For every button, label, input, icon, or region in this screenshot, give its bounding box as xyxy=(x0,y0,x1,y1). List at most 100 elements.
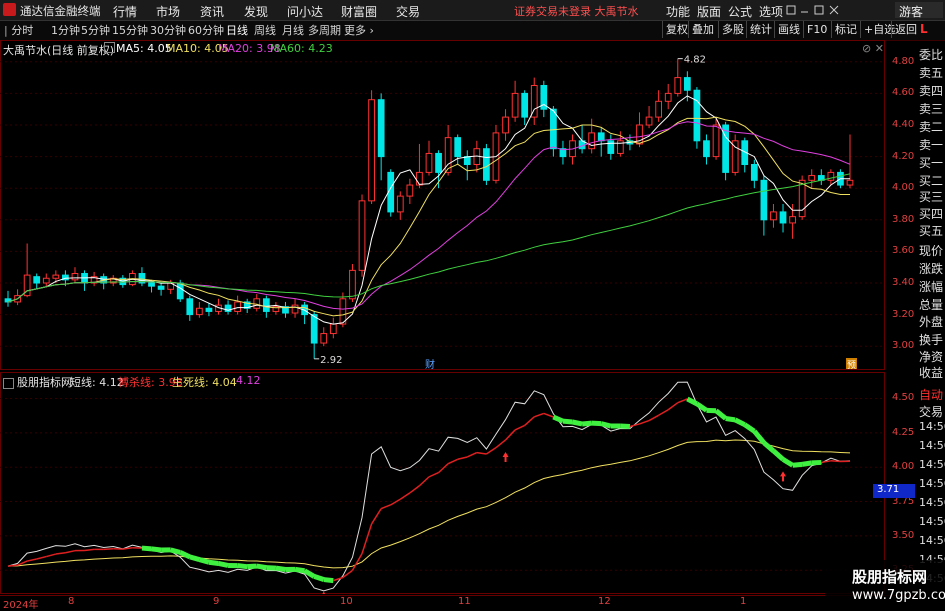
y-tick-label: 4.80 xyxy=(892,56,914,67)
candle xyxy=(292,299,298,318)
menu-item-news[interactable]: 资讯 xyxy=(200,3,224,20)
period-tab-monthly[interactable]: 月线 xyxy=(282,22,304,38)
y-tick-label: 4.40 xyxy=(892,119,914,130)
panel-item-netasset: 净资 xyxy=(919,348,943,365)
panel-item-buy2: 买二 xyxy=(919,172,943,189)
candle xyxy=(847,134,853,188)
menu-item-function[interactable]: 功能 xyxy=(666,3,690,20)
menu-item-discover[interactable]: 发现 xyxy=(244,3,268,20)
period-tab-more[interactable]: 更多 › xyxy=(344,22,374,38)
period-tab-0[interactable]: | 分时 xyxy=(4,22,33,38)
tick-time: 14:56 xyxy=(919,458,945,471)
y-tick-label: 3.40 xyxy=(892,277,914,288)
bosha-segment xyxy=(793,464,803,465)
candle xyxy=(541,81,547,117)
panel-item-sell2: 卖二 xyxy=(919,118,943,135)
more-label: 更多 xyxy=(344,24,366,37)
candlestick-chart[interactable]: 4.822.92财预 xyxy=(0,40,916,370)
candle xyxy=(608,134,614,159)
tool-draw[interactable]: 画线 xyxy=(774,21,803,38)
x-label-nov: 11 xyxy=(458,596,471,607)
candle xyxy=(139,267,145,286)
candle-body xyxy=(72,274,78,280)
x-label-aug: 8 xyxy=(68,596,74,607)
candle-body xyxy=(484,149,490,181)
candle-body xyxy=(761,180,767,220)
menu-item-market[interactable]: 市场 xyxy=(156,3,180,20)
chart-close-icons[interactable]: ⊘ ✕ xyxy=(862,42,884,55)
panel-item-buy1: 买一 xyxy=(919,154,943,171)
window-control-icons[interactable] xyxy=(787,6,838,14)
menu-item-formula[interactable]: 公式 xyxy=(728,3,752,20)
candle xyxy=(321,327,327,346)
candle xyxy=(43,274,49,287)
period-tab-daily[interactable]: 日线 xyxy=(226,22,248,38)
period-tab-4[interactable]: 30分钟 xyxy=(150,22,186,38)
candle-body xyxy=(330,324,336,333)
indicator-settings-icon[interactable] xyxy=(3,378,14,389)
candle xyxy=(91,272,97,286)
bosha-segment xyxy=(152,549,162,550)
candle-body xyxy=(780,212,786,223)
bosha-segment xyxy=(276,568,286,569)
period-tab-2[interactable]: 5分钟 xyxy=(81,22,110,38)
panel-item-sell3: 卖三 xyxy=(919,100,943,117)
candle-body xyxy=(713,125,719,157)
period-tab-5[interactable]: 60分钟 xyxy=(188,22,224,38)
period-tab-1[interactable]: 1分钟 xyxy=(51,22,80,38)
bosha-segment xyxy=(238,566,248,567)
bosha-segment xyxy=(27,559,37,561)
candle-body xyxy=(407,185,413,196)
menu-item-wealth[interactable]: 财富圈 xyxy=(341,3,377,20)
candle xyxy=(407,179,413,204)
panel-auto-button[interactable]: 自动 xyxy=(919,386,943,403)
indicator-life-label: 生死线: 4.04 xyxy=(172,374,237,390)
window-controls[interactable] xyxy=(786,4,841,16)
period-tab-weekly[interactable]: 周线 xyxy=(254,22,276,38)
tool-f10[interactable]: F10 xyxy=(803,21,830,38)
panel-item-buy4: 买四 xyxy=(919,205,943,222)
level2-indicator: L xyxy=(920,22,928,36)
candle xyxy=(187,296,193,321)
candle xyxy=(799,176,805,220)
menu-item-ask[interactable]: 问小达 xyxy=(287,3,323,20)
bosha-segment xyxy=(525,417,535,426)
period-tab-3[interactable]: 15分钟 xyxy=(112,22,148,38)
menu-item-options[interactable]: 选项 xyxy=(759,3,783,20)
bosha-segment xyxy=(668,403,678,410)
candle-body xyxy=(235,302,241,311)
panel-item-earnings: 收益 xyxy=(919,364,943,381)
guest-button[interactable]: 游客 xyxy=(895,2,943,18)
menu-item-layout[interactable]: 版面 xyxy=(697,3,721,20)
y-tick-label: 3.00 xyxy=(892,340,914,351)
menu-item-trade[interactable]: 交易 xyxy=(396,3,420,20)
tick-time: 14:56 xyxy=(919,420,945,433)
indicator-chart[interactable] xyxy=(0,372,916,594)
candle-body xyxy=(158,286,164,289)
candle xyxy=(742,138,748,173)
low-price-label: 2.92 xyxy=(320,355,342,366)
tool-overlay[interactable]: 叠加 xyxy=(688,21,717,38)
tool-back[interactable]: 返回 xyxy=(891,21,920,38)
guest-label: 游客 xyxy=(899,3,923,20)
candle xyxy=(34,274,40,290)
login-notice[interactable]: 证券交易未登录 大禹节水 xyxy=(514,3,639,19)
settings-dot-icon[interactable] xyxy=(104,42,115,53)
bosha-segment xyxy=(582,423,592,424)
menu-item-quotes[interactable]: 行情 xyxy=(113,3,137,20)
bosha-segment xyxy=(506,430,516,440)
candle xyxy=(589,119,595,154)
period-tab-multi[interactable]: 多周期 xyxy=(308,22,341,38)
tool-restore[interactable]: 复权 xyxy=(662,21,691,38)
tool-multi-stock[interactable]: 多股 xyxy=(718,21,747,38)
bosha-segment xyxy=(649,415,659,420)
panel-item-sell1: 卖一 xyxy=(919,136,943,153)
tool-statistics[interactable]: 统计 xyxy=(746,21,775,38)
panel-trade-button[interactable]: 交易 xyxy=(919,403,943,420)
candle-body xyxy=(350,270,356,298)
tool-mark[interactable]: 标记 xyxy=(831,21,860,38)
candle xyxy=(397,191,403,219)
candle xyxy=(5,291,11,307)
candle-body xyxy=(149,283,155,286)
candle-body xyxy=(503,117,509,133)
